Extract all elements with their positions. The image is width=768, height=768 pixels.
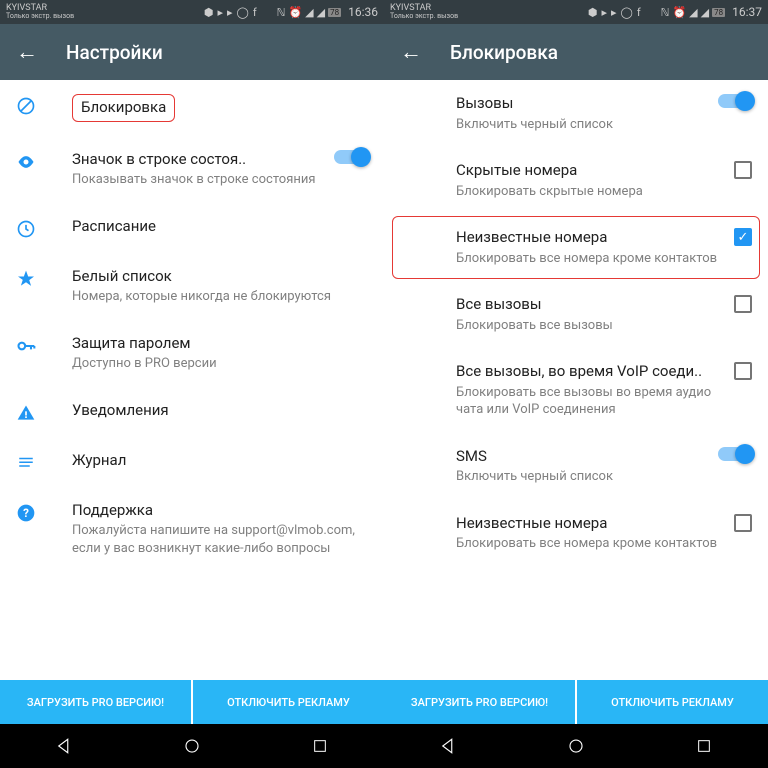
warning-icon bbox=[16, 403, 36, 423]
row-title: Значок в строке состоя.. bbox=[72, 150, 326, 170]
clock-icon bbox=[16, 219, 36, 239]
nav-recent-icon[interactable] bbox=[693, 735, 715, 757]
clock: 16:37 bbox=[732, 5, 762, 19]
row-title: Неизвестные номера bbox=[456, 228, 726, 248]
status-icons: ⬢▸▸◯f bbox=[588, 6, 641, 19]
toggle-status-icon[interactable] bbox=[334, 150, 368, 164]
row-unknown-sms[interactable]: Неизвестные номера Блокировать все номер… bbox=[384, 500, 768, 567]
list-icon bbox=[16, 453, 36, 473]
row-title: Неизвестные номера bbox=[456, 514, 726, 534]
row-title: Все вызовы, во время VoIP соеди.. bbox=[456, 362, 726, 382]
carrier-sub: Только экстр. вызов bbox=[6, 13, 74, 20]
nav-bar bbox=[0, 724, 384, 768]
row-title: Скрытые номера bbox=[456, 161, 726, 181]
row-title: Белый список bbox=[72, 267, 360, 287]
app-header: ← Настройки bbox=[0, 24, 384, 80]
status-bar: KYIVSTAR Только экстр. вызов ⬢▸▸◯f ℕ⏰◢◢ … bbox=[384, 0, 768, 24]
bottom-buttons: ЗАГРУЗИТЬ PRO ВЕРСИЮ! ОТКЛЮЧИТЬ РЕКЛАМУ bbox=[384, 680, 768, 724]
block-icon bbox=[16, 96, 36, 116]
row-title: Защита паролем bbox=[72, 334, 360, 354]
nav-back-icon[interactable] bbox=[53, 735, 75, 757]
checkbox-unknown[interactable]: ✓ bbox=[734, 228, 752, 246]
status-icons-right: ℕ⏰◢◢ 78 16:36 bbox=[277, 5, 378, 19]
row-title: Вызовы bbox=[456, 94, 710, 114]
load-pro-button[interactable]: ЗАГРУЗИТЬ PRO ВЕРСИЮ! bbox=[0, 680, 191, 724]
screen-blocking: KYIVSTAR Только экстр. вызов ⬢▸▸◯f ℕ⏰◢◢ … bbox=[384, 0, 768, 768]
settings-list: Блокировка Значок в строке состоя.. Пока… bbox=[0, 80, 384, 680]
svg-text:?: ? bbox=[23, 506, 29, 520]
star-icon bbox=[16, 269, 36, 289]
checkbox-hidden[interactable] bbox=[734, 161, 752, 179]
row-sub: Блокировать все номера кроме контактов bbox=[456, 250, 726, 268]
row-title: Все вызовы bbox=[456, 295, 726, 315]
status-icons: ⬢▸▸◯f bbox=[204, 6, 257, 19]
app-header: ← Блокировка bbox=[384, 24, 768, 80]
key-icon bbox=[16, 336, 36, 356]
nav-bar bbox=[384, 724, 768, 768]
row-sub: Пожалуйста напишите на support@vlmob.com… bbox=[72, 522, 360, 557]
row-title: Уведомления bbox=[72, 401, 360, 421]
help-icon: ? bbox=[16, 503, 36, 523]
page-title: Блокировка bbox=[450, 41, 558, 64]
nav-home-icon[interactable] bbox=[181, 735, 203, 757]
back-icon[interactable]: ← bbox=[16, 39, 38, 65]
row-title: SMS bbox=[456, 447, 710, 467]
row-password[interactable]: Защита паролем Доступно в PRO версии bbox=[0, 320, 384, 387]
load-pro-button[interactable]: ЗАГРУЗИТЬ PRO ВЕРСИЮ! bbox=[384, 680, 575, 724]
nav-home-icon[interactable] bbox=[565, 735, 587, 757]
row-calls[interactable]: Вызовы Включить черный список bbox=[384, 80, 768, 147]
toggle-sms[interactable] bbox=[718, 447, 752, 461]
row-sub: Включить черный список bbox=[456, 468, 710, 486]
status-bar: KYIVSTAR Только экстр. вызов ⬢▸▸◯f ℕ⏰◢◢ … bbox=[0, 0, 384, 24]
row-sub: Блокировать все вызовы bbox=[456, 317, 726, 335]
screen-settings: KYIVSTAR Только экстр. вызов ⬢▸▸◯f ℕ⏰◢◢ … bbox=[0, 0, 384, 768]
nav-back-icon[interactable] bbox=[437, 735, 459, 757]
row-sub: Показывать значок в строке состояния bbox=[72, 171, 326, 189]
checkbox-all-calls[interactable] bbox=[734, 295, 752, 313]
blocking-list: Вызовы Включить черный список Скрытые но… bbox=[384, 80, 768, 680]
row-unknown[interactable]: Неизвестные номера Блокировать все номер… bbox=[384, 214, 768, 281]
disable-ads-button[interactable]: ОТКЛЮЧИТЬ РЕКЛАМУ bbox=[193, 680, 384, 724]
row-support[interactable]: ? Поддержка Пожалуйста напишите на suppo… bbox=[0, 487, 384, 572]
disable-ads-button[interactable]: ОТКЛЮЧИТЬ РЕКЛАМУ bbox=[577, 680, 768, 724]
row-voip[interactable]: Все вызовы, во время VoIP соеди.. Блокир… bbox=[384, 348, 768, 433]
row-title: Поддержка bbox=[72, 501, 360, 521]
clock: 16:36 bbox=[348, 5, 378, 19]
eye-icon bbox=[16, 152, 36, 172]
row-whitelist[interactable]: Белый список Номера, которые никогда не … bbox=[0, 253, 384, 320]
row-sub: Номера, которые никогда не блокируются bbox=[72, 288, 360, 306]
checkbox-unknown-sms[interactable] bbox=[734, 514, 752, 532]
status-icons-right: ℕ⏰◢◢ 78 16:37 bbox=[661, 5, 762, 19]
row-all-calls[interactable]: Все вызовы Блокировать все вызовы bbox=[384, 281, 768, 348]
row-sub: Доступно в PRO версии bbox=[72, 355, 360, 373]
checkbox-voip[interactable] bbox=[734, 362, 752, 380]
nav-recent-icon[interactable] bbox=[309, 735, 331, 757]
row-hidden[interactable]: Скрытые номера Блокировать скрытые номер… bbox=[384, 147, 768, 214]
row-sub: Блокировать все номера кроме контактов bbox=[456, 535, 726, 553]
row-title: Блокировка bbox=[72, 94, 175, 122]
back-icon[interactable]: ← bbox=[400, 39, 422, 65]
bottom-buttons: ЗАГРУЗИТЬ PRO ВЕРСИЮ! ОТКЛЮЧИТЬ РЕКЛАМУ bbox=[0, 680, 384, 724]
row-sms[interactable]: SMS Включить черный список bbox=[384, 433, 768, 500]
page-title: Настройки bbox=[66, 41, 163, 64]
row-title: Журнал bbox=[72, 451, 360, 471]
toggle-calls[interactable] bbox=[718, 94, 752, 108]
row-log[interactable]: Журнал bbox=[0, 437, 384, 487]
carrier-sub: Только экстр. вызов bbox=[390, 13, 458, 20]
row-sub: Включить черный список bbox=[456, 116, 710, 134]
row-notifications[interactable]: Уведомления bbox=[0, 387, 384, 437]
row-title: Расписание bbox=[72, 217, 360, 237]
row-status-icon[interactable]: Значок в строке состоя.. Показывать знач… bbox=[0, 136, 384, 203]
row-sub: Блокировать скрытые номера bbox=[456, 183, 726, 201]
row-schedule[interactable]: Расписание bbox=[0, 203, 384, 253]
row-sub: Блокировать все вызовы во время аудио ча… bbox=[456, 384, 726, 419]
row-blocking[interactable]: Блокировка bbox=[0, 80, 384, 136]
